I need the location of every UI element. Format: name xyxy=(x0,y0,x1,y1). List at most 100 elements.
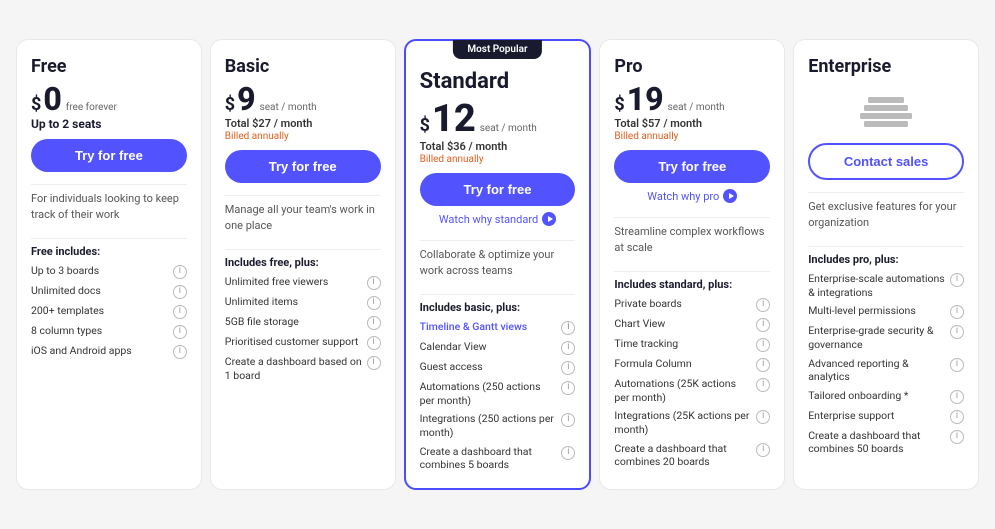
watch-link-pro[interactable]: Watch why pro xyxy=(614,189,770,203)
plan-desc-standard: Collaborate & optimize your work across … xyxy=(420,247,576,278)
info-icon[interactable]: i xyxy=(950,410,964,424)
includes-title-standard: Includes basic, plus: xyxy=(420,301,576,314)
info-icon[interactable]: i xyxy=(367,356,381,370)
watch-link-standard[interactable]: Watch why standard xyxy=(420,212,576,226)
feature-item: Advanced reporting & analytics i xyxy=(808,357,964,384)
info-icon[interactable]: i xyxy=(367,276,381,290)
divider2-pro xyxy=(614,271,770,272)
info-icon[interactable]: i xyxy=(756,358,770,372)
cta-button-basic[interactable]: Try for free xyxy=(225,150,381,183)
watch-label-text: Watch why standard xyxy=(439,213,538,226)
feature-text: Create a dashboard that combines 5 board… xyxy=(420,445,558,472)
feature-item: Integrations (25K actions per month) i xyxy=(614,409,770,436)
feature-list-pro: Private boards i Chart View i Time track… xyxy=(614,297,770,469)
info-icon[interactable]: i xyxy=(756,443,770,457)
feature-item: Create a dashboard that combines 5 board… xyxy=(420,445,576,472)
popular-badge: Most Popular xyxy=(453,40,541,59)
billed-annually-pro: Billed annually xyxy=(614,131,770,142)
per-seat-pro: seat / month xyxy=(668,102,725,114)
plan-desc-pro: Streamline complex workflows at scale xyxy=(614,224,770,255)
feature-text: 200+ templates xyxy=(31,304,169,318)
feature-item: Unlimited free viewers i xyxy=(225,275,381,290)
divider2-enterprise xyxy=(808,246,964,247)
cta-button-standard[interactable]: Try for free xyxy=(420,173,576,206)
info-icon[interactable]: i xyxy=(950,305,964,319)
play-icon-standard xyxy=(542,212,556,226)
info-icon[interactable]: i xyxy=(173,305,187,319)
feature-text: Unlimited free viewers xyxy=(225,275,363,289)
feature-text: Chart View xyxy=(614,317,752,331)
plan-card-standard: Most PopularStandard $ 12seat / monthTot… xyxy=(404,39,592,490)
plan-card-pro: Pro $ 19seat / month Total $57 / monthBil… xyxy=(599,39,785,490)
plan-card-basic: Basic $ 9seat / monthTotal $27 / monthBi… xyxy=(210,39,396,490)
price-row-basic: $ 9seat / month xyxy=(225,83,381,115)
info-icon[interactable]: i xyxy=(756,318,770,332)
info-icon[interactable]: i xyxy=(173,345,187,359)
total-billing-pro: Total $57 / month xyxy=(614,117,770,130)
feature-item: Enterprise-grade security & governance i xyxy=(808,324,964,351)
feature-item: 5GB file storage i xyxy=(225,315,381,330)
info-icon[interactable]: i xyxy=(561,341,575,355)
info-icon[interactable]: i xyxy=(756,410,770,424)
divider-pro xyxy=(614,217,770,218)
divider-standard xyxy=(420,240,576,241)
feature-item: iOS and Android apps i xyxy=(31,344,187,359)
info-icon[interactable]: i xyxy=(173,265,187,279)
feature-item: Private boards i xyxy=(614,297,770,312)
info-icon[interactable]: i xyxy=(756,378,770,392)
feature-text: Unlimited docs xyxy=(31,284,169,298)
info-icon[interactable]: i xyxy=(367,296,381,310)
plan-desc-basic: Manage all your team's work in one place xyxy=(225,202,381,233)
feature-item: Time tracking i xyxy=(614,337,770,352)
feature-item: Tailored onboarding * i xyxy=(808,389,964,404)
feature-text: Automations (25K actions per month) xyxy=(614,377,752,404)
info-icon[interactable]: i xyxy=(756,298,770,312)
feature-item: Calendar View i xyxy=(420,340,576,355)
divider2-standard xyxy=(420,294,576,295)
info-icon[interactable]: i xyxy=(561,413,575,427)
feature-item: Prioritised customer support i xyxy=(225,335,381,350)
free-tag-free: free forever xyxy=(66,102,117,114)
per-seat-basic: seat / month xyxy=(260,102,317,114)
plan-name-pro: Pro xyxy=(614,56,770,77)
feature-text: Enterprise-scale automations & integrati… xyxy=(808,272,946,299)
info-icon[interactable]: i xyxy=(950,273,964,287)
info-icon[interactable]: i xyxy=(950,358,964,372)
info-icon[interactable]: i xyxy=(950,325,964,339)
feature-text: Automations (250 actions per month) xyxy=(420,380,558,407)
info-icon[interactable]: i xyxy=(561,446,575,460)
info-icon[interactable]: i xyxy=(561,381,575,395)
info-icon[interactable]: i xyxy=(367,316,381,330)
cta-button-pro[interactable]: Try for free xyxy=(614,150,770,183)
plan-name-basic: Basic xyxy=(225,56,381,77)
amount-free: 0 xyxy=(43,83,61,115)
price-row-pro: $ 19seat / month xyxy=(614,83,770,115)
feature-item: 200+ templates i xyxy=(31,304,187,319)
feature-text: Time tracking xyxy=(614,337,752,351)
feature-text: Timeline & Gantt views xyxy=(420,320,558,334)
contact-button-enterprise[interactable]: Contact sales xyxy=(808,143,964,180)
feature-item: Guest access i xyxy=(420,360,576,375)
feature-item: Integrations (250 actions per month) i xyxy=(420,412,576,439)
feature-text: Create a dashboard based on 1 board xyxy=(225,355,363,382)
total-billing-basic: Total $27 / month xyxy=(225,117,381,130)
info-icon[interactable]: i xyxy=(173,325,187,339)
info-icon[interactable]: i xyxy=(950,390,964,404)
divider-enterprise xyxy=(808,192,964,193)
info-icon[interactable]: i xyxy=(367,336,381,350)
info-icon[interactable]: i xyxy=(173,285,187,299)
feature-text: Prioritised customer support xyxy=(225,335,363,349)
info-icon[interactable]: i xyxy=(561,321,575,335)
plan-desc-free: For individuals looking to keep track of… xyxy=(31,191,187,222)
plan-desc-enterprise: Get exclusive features for your organiza… xyxy=(808,199,964,230)
feature-text: Integrations (250 actions per month) xyxy=(420,412,558,439)
info-icon[interactable]: i xyxy=(756,338,770,352)
info-icon[interactable]: i xyxy=(561,361,575,375)
feature-item: Automations (25K actions per month) i xyxy=(614,377,770,404)
feature-item: Formula Column i xyxy=(614,357,770,372)
currency-basic: $ xyxy=(225,94,235,115)
info-icon[interactable]: i xyxy=(950,430,964,444)
amount-standard: 12 xyxy=(432,100,476,138)
feature-list-basic: Unlimited free viewers i Unlimited items… xyxy=(225,275,381,382)
cta-button-free[interactable]: Try for free xyxy=(31,139,187,172)
